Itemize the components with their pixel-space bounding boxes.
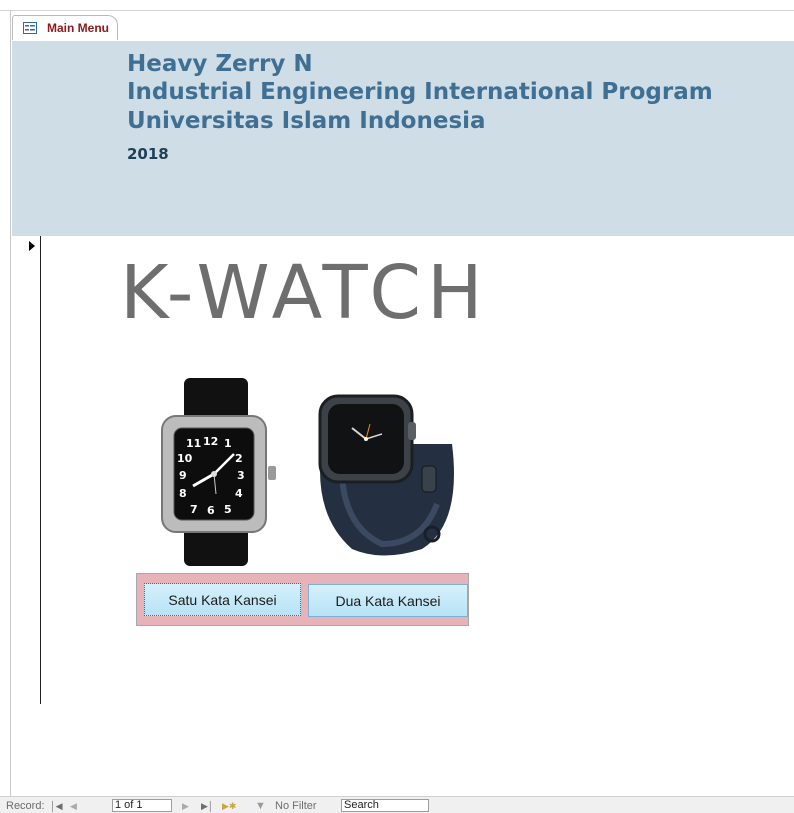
next-record-icon[interactable]: ▶ [182, 801, 189, 812]
brand-title: K-WATCH [120, 250, 489, 336]
prev-record-icon[interactable]: ◀ [70, 801, 77, 812]
form-header: Heavy Zerry N Industrial Engineering Int… [12, 41, 794, 236]
satu-kata-kansei-button[interactable]: Satu Kata Kansei [144, 583, 301, 616]
dua-kata-kansei-button[interactable]: Dua Kata Kansei [308, 584, 468, 617]
author-name: Heavy Zerry N [127, 51, 313, 77]
record-position-field[interactable]: 1 of 1 [112, 799, 172, 812]
svg-text:8: 8 [179, 487, 187, 500]
record-selector-arrow-icon[interactable] [29, 241, 35, 251]
svg-text:4: 4 [235, 487, 243, 500]
record-label: Record: [6, 800, 45, 812]
record-selector-bar [40, 236, 41, 704]
button-panel: Satu Kata Kansei Dua Kata Kansei [136, 573, 469, 626]
first-record-icon[interactable]: │◀ [50, 801, 63, 812]
svg-text:1: 1 [224, 437, 232, 450]
svg-text:11: 11 [186, 437, 201, 450]
university-name: Universitas Islam Indonesia [127, 108, 486, 134]
search-input[interactable]: Search [341, 799, 429, 812]
svg-text:10: 10 [177, 452, 193, 465]
form-icon [23, 22, 37, 34]
tab-label: Main Menu [47, 21, 109, 35]
last-record-icon[interactable]: ▶│ [201, 801, 214, 812]
smart-watch-image [318, 394, 454, 556]
program-name: Industrial Engineering International Pro… [127, 79, 713, 105]
svg-text:5: 5 [224, 503, 232, 516]
window-frame-top [0, 10, 794, 11]
record-navigation-bar: Record: │◀ ◀ 1 of 1 ▶ ▶│ ▶✱ ▼ No Filter … [0, 796, 794, 813]
filter-icon: ▼ [255, 800, 266, 812]
analog-watch-image: 11 12 1 10 2 9 3 8 4 765 [161, 378, 276, 566]
svg-text:6: 6 [207, 504, 215, 517]
svg-text:7: 7 [190, 503, 198, 516]
svg-text:2: 2 [235, 452, 243, 465]
svg-text:3: 3 [237, 469, 245, 482]
window-frame-left [10, 10, 11, 800]
new-record-icon[interactable]: ▶✱ [222, 801, 236, 812]
tab-main-menu[interactable]: Main Menu [12, 15, 118, 40]
no-filter-indicator[interactable]: No Filter [275, 800, 317, 812]
svg-text:9: 9 [179, 469, 187, 482]
year-label: 2018 [127, 145, 169, 163]
svg-text:12: 12 [203, 435, 218, 448]
